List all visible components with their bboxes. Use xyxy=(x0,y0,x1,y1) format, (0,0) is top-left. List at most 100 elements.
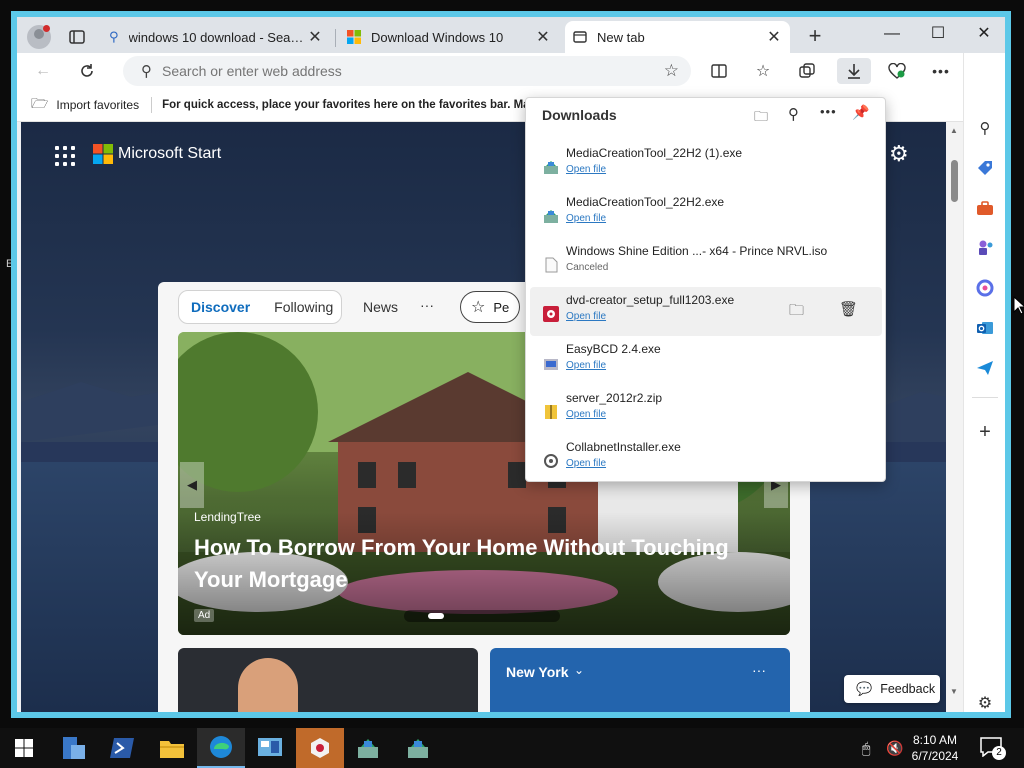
sidebar-settings-button[interactable]: ⚙ xyxy=(973,691,997,712)
sidebar-search-button[interactable]: ⚲ xyxy=(973,116,997,140)
browser-essentials-button[interactable] xyxy=(883,58,911,84)
personalize-button[interactable]: ☆ Pe xyxy=(460,291,520,323)
search-downloads-button[interactable]: ⚲ xyxy=(788,105,799,123)
desktop: E ⚲ windows 10 download - Search ✕ Downl… xyxy=(0,0,1024,728)
personalize-label: Pe xyxy=(493,299,510,315)
download-item[interactable]: dvd-creator_setup_full1203.exe Open file… xyxy=(530,287,882,336)
taskbar-file-explorer[interactable] xyxy=(148,728,196,768)
close-tab-icon[interactable]: ✕ xyxy=(766,27,782,47)
open-file-link[interactable]: Open file xyxy=(566,360,606,371)
split-screen-button[interactable] xyxy=(705,58,733,84)
open-file-link[interactable]: Open file xyxy=(566,311,606,322)
close-window-button[interactable]: ✕ xyxy=(961,21,1005,47)
sidebar-tools-button[interactable] xyxy=(973,196,997,220)
download-item[interactable]: MediaCreationTool_22H2.exe Open file xyxy=(530,189,882,238)
sidebar-outlook-button[interactable] xyxy=(973,316,997,340)
maximize-icon: ☐ xyxy=(930,25,946,42)
tab-download-windows[interactable]: Download Windows 10 ✕ xyxy=(339,21,559,53)
start-button[interactable] xyxy=(0,728,48,768)
carousel-dots[interactable] xyxy=(404,610,560,622)
tab-discover[interactable]: Discover xyxy=(191,299,250,315)
tab-following[interactable]: Following xyxy=(274,299,333,315)
address-bar[interactable]: ⚲ ☆ xyxy=(123,56,691,86)
page-scrollbar[interactable]: ▲ ▼ xyxy=(946,122,963,712)
download-item[interactable]: EasyBCD 2.4.exe Open file xyxy=(530,336,882,385)
sidebar-add-button[interactable]: + xyxy=(973,420,997,444)
refresh-button[interactable] xyxy=(73,58,101,84)
network-tray-icon[interactable]: 🖱 xyxy=(862,740,870,757)
gear-icon: ⚙ xyxy=(889,141,909,166)
tab-actions-icon xyxy=(69,30,85,44)
settings-more-button[interactable]: ••• xyxy=(927,58,955,84)
open-file-link[interactable]: Open file xyxy=(566,164,606,175)
news-card[interactable] xyxy=(178,648,478,712)
outlook-icon xyxy=(977,322,993,334)
toolbox-icon xyxy=(977,201,993,215)
apps-launcher-button[interactable] xyxy=(55,146,75,166)
sidebar-shopping-button[interactable] xyxy=(973,156,997,180)
sidebar-m365-button[interactable] xyxy=(973,276,997,300)
weather-city[interactable]: New York xyxy=(506,664,569,680)
toolbar: ← ⚲ ☆ ☆ xyxy=(17,53,1005,89)
scrollbar-thumb[interactable] xyxy=(951,160,958,202)
sidebar-drop-button[interactable] xyxy=(973,356,997,380)
tab-news[interactable]: News xyxy=(363,299,398,315)
action-center-button[interactable]: 2 xyxy=(980,737,1006,760)
sidebar-games-button[interactable] xyxy=(973,236,997,260)
taskbar-edge[interactable] xyxy=(197,728,245,768)
open-file-link[interactable]: Open file xyxy=(566,213,606,224)
back-button[interactable]: ← xyxy=(29,58,57,84)
open-folder-button[interactable]: 🗀 xyxy=(754,106,768,130)
close-tab-icon[interactable]: ✕ xyxy=(307,27,323,47)
open-file-link[interactable]: Open file xyxy=(566,458,606,469)
tab-actions-button[interactable] xyxy=(65,25,89,49)
server-manager-icon xyxy=(63,737,85,759)
address-input[interactable] xyxy=(162,63,664,79)
download-item[interactable]: MediaCreationTool_22H2 (1).exe Open file xyxy=(530,140,882,189)
chevron-down-icon: ⌄ xyxy=(574,663,585,677)
profile-avatar[interactable] xyxy=(27,25,51,49)
taskbar-media-creation-tool[interactable] xyxy=(344,728,392,768)
installer-icon xyxy=(544,359,558,370)
system-clock[interactable]: 8:10 AM 6/7/2024 xyxy=(905,732,965,764)
feed-more-button[interactable]: ··· xyxy=(420,297,434,313)
feedback-button[interactable]: 💬 Feedback xyxy=(844,675,940,703)
taskbar-control-panel[interactable] xyxy=(246,728,294,768)
hero-headline[interactable]: How To Borrow From Your Home Without Tou… xyxy=(194,532,774,596)
volume-muted-icon[interactable]: 🔇 xyxy=(886,740,903,757)
favorite-star-icon[interactable]: ☆ xyxy=(664,61,679,81)
hero-prev-button[interactable]: ◀ xyxy=(180,462,204,508)
download-item[interactable]: CollabnetInstaller.exe Open file xyxy=(530,434,882,483)
taskbar-powershell[interactable] xyxy=(98,728,146,768)
sidebar-separator xyxy=(972,397,998,398)
import-favorites-link[interactable]: Import favorites xyxy=(56,98,139,112)
download-filename: MediaCreationTool_22H2 (1).exe xyxy=(566,146,743,160)
delete-download-button[interactable]: 🗑 xyxy=(839,300,858,318)
downloads-more-button[interactable]: ••• xyxy=(820,104,837,119)
minimize-button[interactable]: — xyxy=(869,21,915,47)
pin-panel-button[interactable]: 📌 xyxy=(852,104,869,121)
close-tab-icon[interactable]: ✕ xyxy=(535,27,551,47)
taskbar-media-creation-tool-2[interactable] xyxy=(394,728,442,768)
taskbar-server-manager[interactable] xyxy=(50,728,98,768)
download-item[interactable]: Windows Shine Edition ...- x64 - Prince … xyxy=(530,238,882,287)
weather-card[interactable]: New York ⌄ ··· xyxy=(490,648,790,712)
download-item[interactable]: server_2012r2.zip Open file xyxy=(530,385,882,434)
tab-new-tab[interactable]: New tab ✕ xyxy=(565,21,790,53)
scroll-down-icon[interactable]: ▼ xyxy=(950,687,958,696)
show-in-folder-button[interactable]: 🗀 xyxy=(789,300,804,325)
scroll-up-icon[interactable]: ▲ xyxy=(950,126,958,135)
microsoft-start-brand[interactable]: Microsoft Start xyxy=(118,145,221,163)
collections-button[interactable] xyxy=(793,58,821,84)
page-settings-button[interactable]: ⚙ xyxy=(889,142,909,166)
search-icon: ⚲ xyxy=(109,29,119,44)
open-file-link[interactable]: Open file xyxy=(566,409,606,420)
favorites-button[interactable]: ☆ xyxy=(749,58,777,84)
taskbar-dvd-creator[interactable] xyxy=(296,728,344,768)
weather-more-button[interactable]: ··· xyxy=(752,662,766,678)
maximize-button[interactable]: ☐ xyxy=(915,21,961,47)
downloads-panel: Downloads 🗀 ⚲ ••• 📌 MediaCreationTool_22… xyxy=(525,97,886,482)
new-tab-button[interactable]: + xyxy=(801,23,829,51)
tab-search[interactable]: ⚲ windows 10 download - Search ✕ xyxy=(101,21,331,53)
downloads-button[interactable] xyxy=(837,58,871,84)
